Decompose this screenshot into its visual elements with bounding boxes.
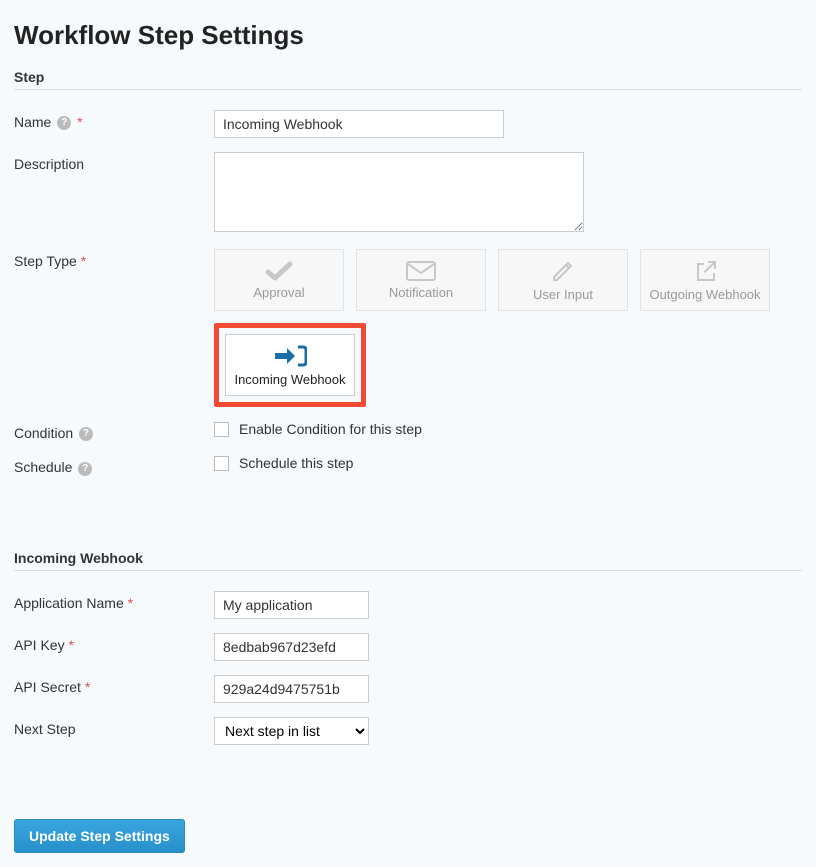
update-step-button[interactable]: Update Step Settings <box>14 819 185 853</box>
steptype-userinput[interactable]: User Input <box>498 249 628 311</box>
webhook-section-header: Incoming Webhook <box>14 550 802 571</box>
steptype-label: Step Type * <box>14 249 214 269</box>
condition-checkbox[interactable] <box>214 422 229 437</box>
name-label: Name ? * <box>14 110 214 130</box>
step-section-header: Step <box>14 69 802 90</box>
apikey-label: API Key * <box>14 633 214 653</box>
schedule-checkbox-label: Schedule this step <box>239 455 353 471</box>
description-textarea[interactable] <box>214 152 584 232</box>
steptype-approval[interactable]: Approval <box>214 249 344 311</box>
schedule-checkbox[interactable] <box>214 456 229 471</box>
nextstep-select[interactable]: Next step in list <box>214 717 369 745</box>
schedule-label: Schedule ? <box>14 455 214 475</box>
page-title: Workflow Step Settings <box>14 20 802 51</box>
condition-label: Condition ? <box>14 421 214 441</box>
question-icon: ? <box>78 462 92 476</box>
question-icon: ? <box>79 427 93 441</box>
incoming-arrow-icon <box>273 344 307 368</box>
condition-checkbox-label: Enable Condition for this step <box>239 421 422 437</box>
question-icon: ? <box>57 116 71 130</box>
steptype-incomingwebhook[interactable]: Incoming Webhook <box>225 334 355 396</box>
appname-input[interactable] <box>214 591 369 619</box>
check-icon <box>265 261 293 281</box>
appname-label: Application Name * <box>14 591 214 611</box>
description-label: Description <box>14 152 214 172</box>
steptype-outgoingwebhook[interactable]: Outgoing Webhook <box>640 249 770 311</box>
apikey-input[interactable] <box>214 633 369 661</box>
name-input[interactable] <box>214 110 504 138</box>
steptype-highlight: Incoming Webhook <box>214 323 366 407</box>
envelope-icon <box>406 261 436 281</box>
pencil-icon <box>551 259 575 283</box>
apisecret-label: API Secret * <box>14 675 214 695</box>
steptype-notification[interactable]: Notification <box>356 249 486 311</box>
nextstep-label: Next Step <box>14 717 214 737</box>
apisecret-input[interactable] <box>214 675 369 703</box>
external-link-icon <box>692 259 718 283</box>
